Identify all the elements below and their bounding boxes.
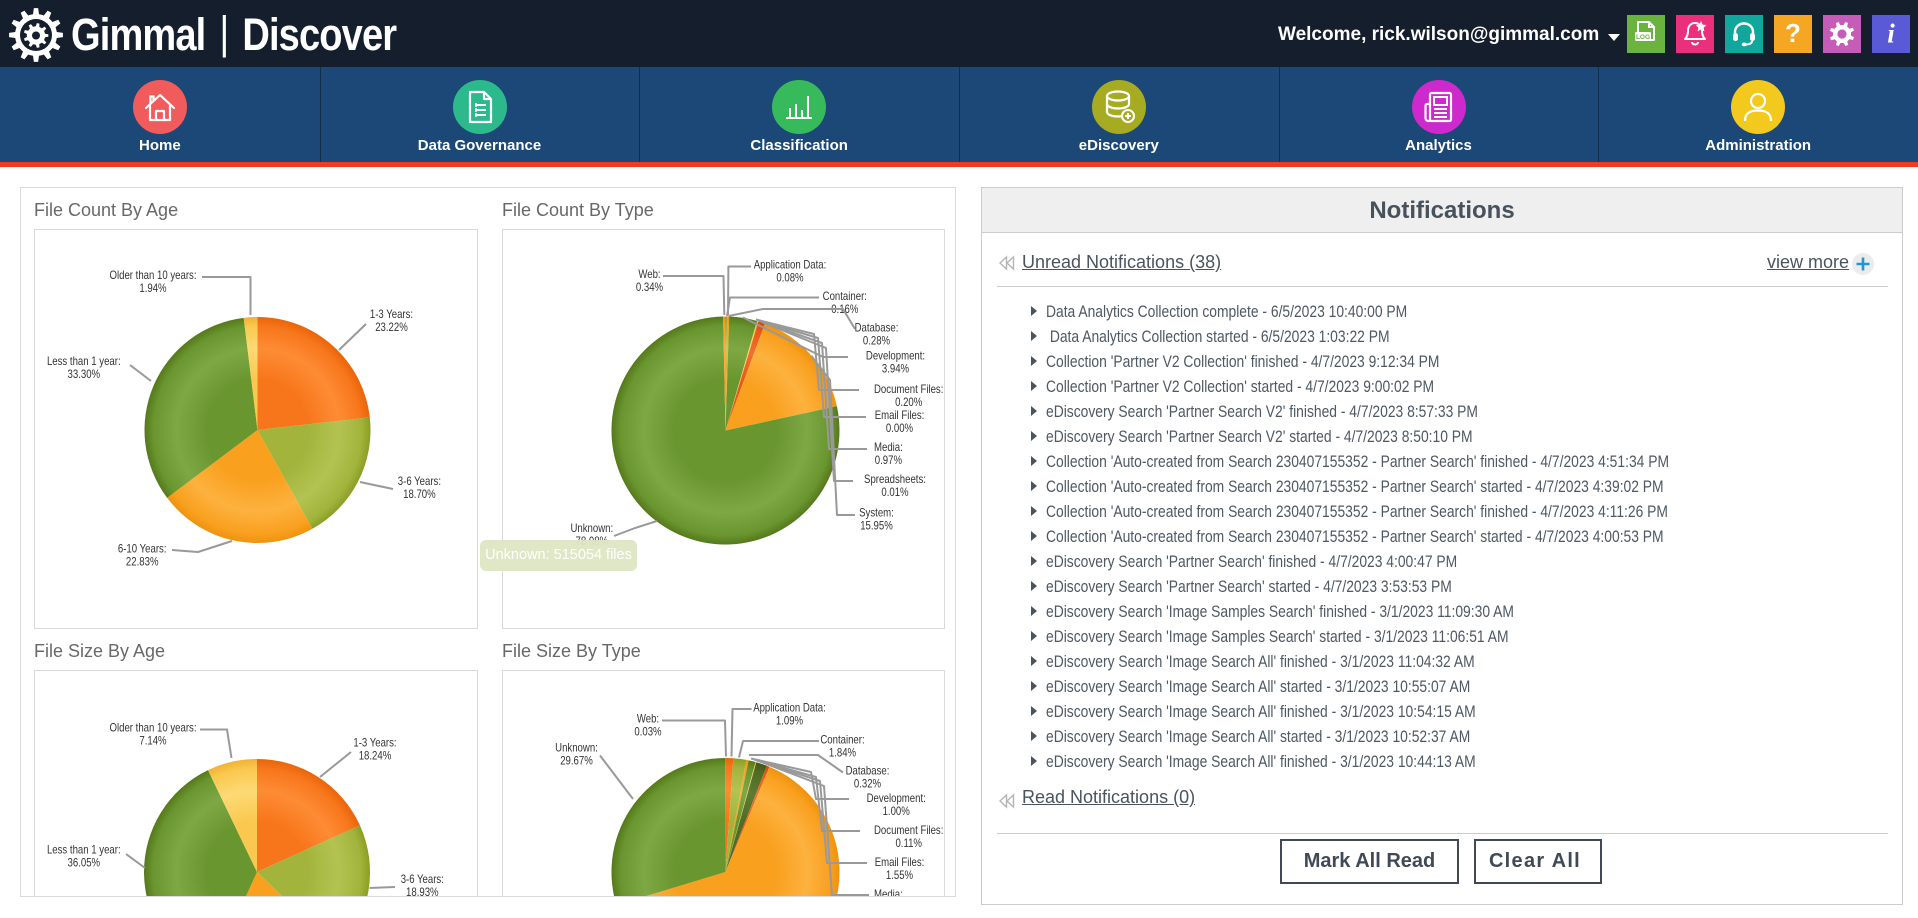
svg-text:3-6 Years:18.93%: 3-6 Years:18.93% [401, 872, 444, 897]
svg-text:Application Data:0.08%: Application Data:0.08% [754, 258, 827, 285]
svg-text:Application Data:1.09%: Application Data:1.09% [753, 701, 826, 728]
svg-text:Media:0.39%: Media:0.39% [874, 887, 903, 897]
svg-text:Container:1.84%: Container:1.84% [820, 733, 864, 760]
svg-text:Older than 10 years:7.14%: Older than 10 years:7.14% [110, 721, 197, 748]
svg-text:1-3 Years:18.24%: 1-3 Years:18.24% [353, 736, 396, 763]
svg-text:6-10 Years:22.83%: 6-10 Years:22.83% [118, 542, 167, 569]
svg-text:Email Files:1.55%: Email Files:1.55% [875, 855, 925, 882]
svg-text:Email Files:0.00%: Email Files:0.00% [875, 408, 925, 435]
svg-text:Web:0.34%: Web:0.34% [636, 267, 663, 294]
svg-text:1-3 Years:23.22%: 1-3 Years:23.22% [370, 307, 413, 334]
svg-text:3-6 Years:18.70%: 3-6 Years:18.70% [398, 474, 441, 501]
svg-text:Database:0.32%: Database:0.32% [846, 764, 890, 791]
svg-text:System:15.95%: System:15.95% [859, 505, 894, 532]
svg-text:Development:3.94%: Development:3.94% [866, 348, 925, 375]
svg-text:i: i [1887, 19, 1895, 49]
svg-text:?: ? [1785, 18, 1801, 48]
svg-text:Document Files:0.11%: Document Files:0.11% [874, 823, 943, 850]
svg-text:Spreadsheets:0.01%: Spreadsheets:0.01% [864, 472, 926, 499]
svg-text:Database:0.28%: Database:0.28% [855, 321, 899, 348]
svg-text:Web:0.03%: Web:0.03% [634, 712, 661, 739]
svg-text:Less than 1 year:33.30%: Less than 1 year:33.30% [47, 354, 121, 381]
svg-text:Older than 10 years:1.94%: Older than 10 years:1.94% [110, 268, 197, 295]
svg-text:Development:1.00%: Development:1.00% [867, 791, 926, 818]
svg-text:Less than 1 year:36.05%: Less than 1 year:36.05% [47, 843, 121, 870]
svg-text:Unknown:29.67%: Unknown:29.67% [555, 741, 598, 768]
svg-text:Document Files:0.20%: Document Files:0.20% [874, 382, 943, 409]
svg-text:Media:0.97%: Media:0.97% [874, 440, 903, 467]
svg-text:LOG: LOG [1635, 34, 1649, 41]
